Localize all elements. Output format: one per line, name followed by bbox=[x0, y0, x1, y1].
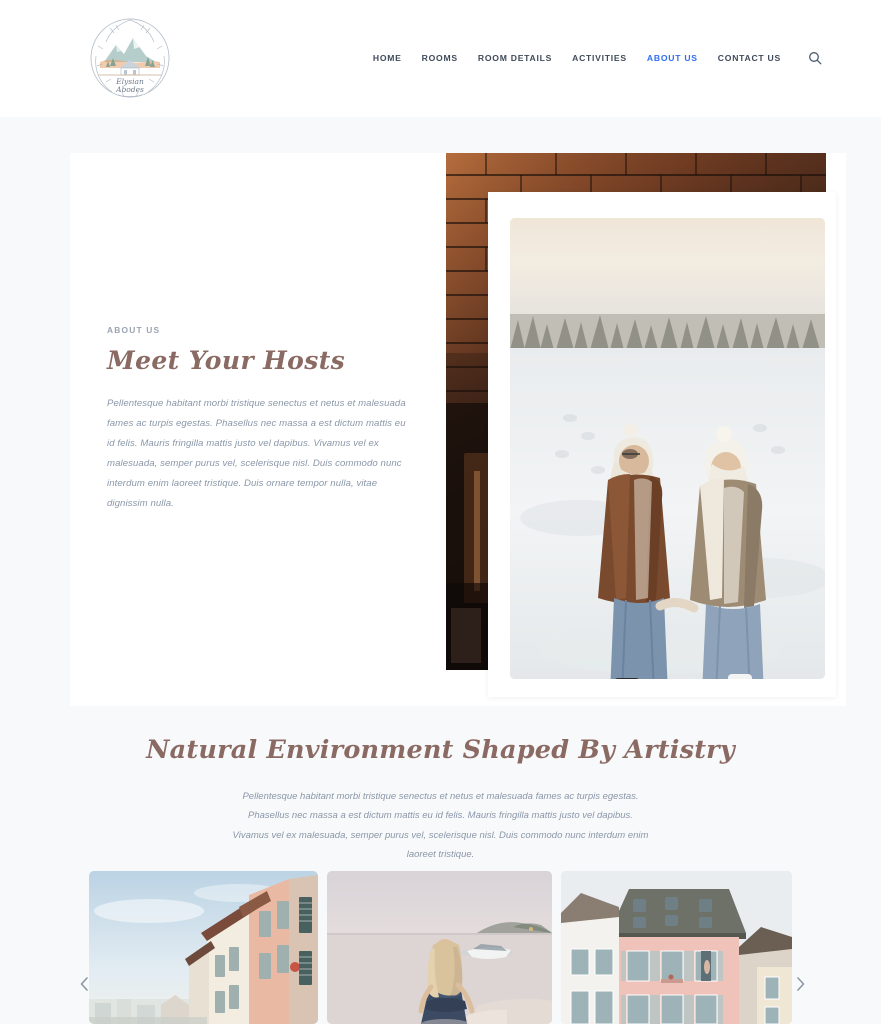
site-header: Elysian Abodes HOME ROOMS ROOM DETAILS A… bbox=[0, 0, 881, 117]
nav-item-room-details[interactable]: ROOM DETAILS bbox=[478, 53, 552, 63]
about-text-column: ABOUT US Meet Your Hosts Pellentesque ha… bbox=[107, 325, 407, 513]
nav-item-rooms[interactable]: ROOMS bbox=[422, 53, 458, 63]
about-paragraph: Pellentesque habitant morbi tristique se… bbox=[107, 397, 406, 509]
gallery-item[interactable] bbox=[327, 871, 552, 1024]
about-feature-photo-frame bbox=[488, 192, 836, 697]
nav-item-about-us[interactable]: ABOUT US bbox=[647, 53, 698, 63]
gallery-item[interactable] bbox=[89, 871, 318, 1024]
site-logo[interactable]: Elysian Abodes bbox=[88, 16, 172, 100]
logo-script-line2: Abodes bbox=[115, 85, 144, 94]
chevron-left-icon bbox=[80, 977, 88, 991]
carousel-prev-button[interactable] bbox=[73, 973, 95, 995]
nav-item-contact-us[interactable]: CONTACT US bbox=[718, 53, 781, 63]
carousel-next-button[interactable] bbox=[789, 973, 811, 995]
chevron-right-icon bbox=[796, 977, 804, 991]
logo-emblem-icon: Elysian Abodes bbox=[90, 18, 170, 98]
search-icon[interactable] bbox=[807, 50, 823, 66]
nature-section: Natural Environment Shaped By Artistry P… bbox=[0, 735, 881, 865]
nature-paragraph: Pellentesque habitant morbi tristique se… bbox=[232, 791, 649, 861]
nav-item-home[interactable]: HOME bbox=[373, 53, 402, 63]
about-eyebrow: ABOUT US bbox=[107, 325, 161, 335]
gallery-item[interactable] bbox=[561, 871, 792, 1024]
gallery-carousel bbox=[0, 871, 881, 1024]
nav-item-activities[interactable]: ACTIVITIES bbox=[572, 53, 627, 63]
about-heading: Meet Your Hosts bbox=[107, 346, 346, 375]
main-navigation: HOME ROOMS ROOM DETAILS ACTIVITIES ABOUT… bbox=[373, 50, 823, 66]
about-feature-photo bbox=[510, 218, 825, 679]
nature-heading: Natural Environment Shaped By Artistry bbox=[146, 735, 735, 765]
